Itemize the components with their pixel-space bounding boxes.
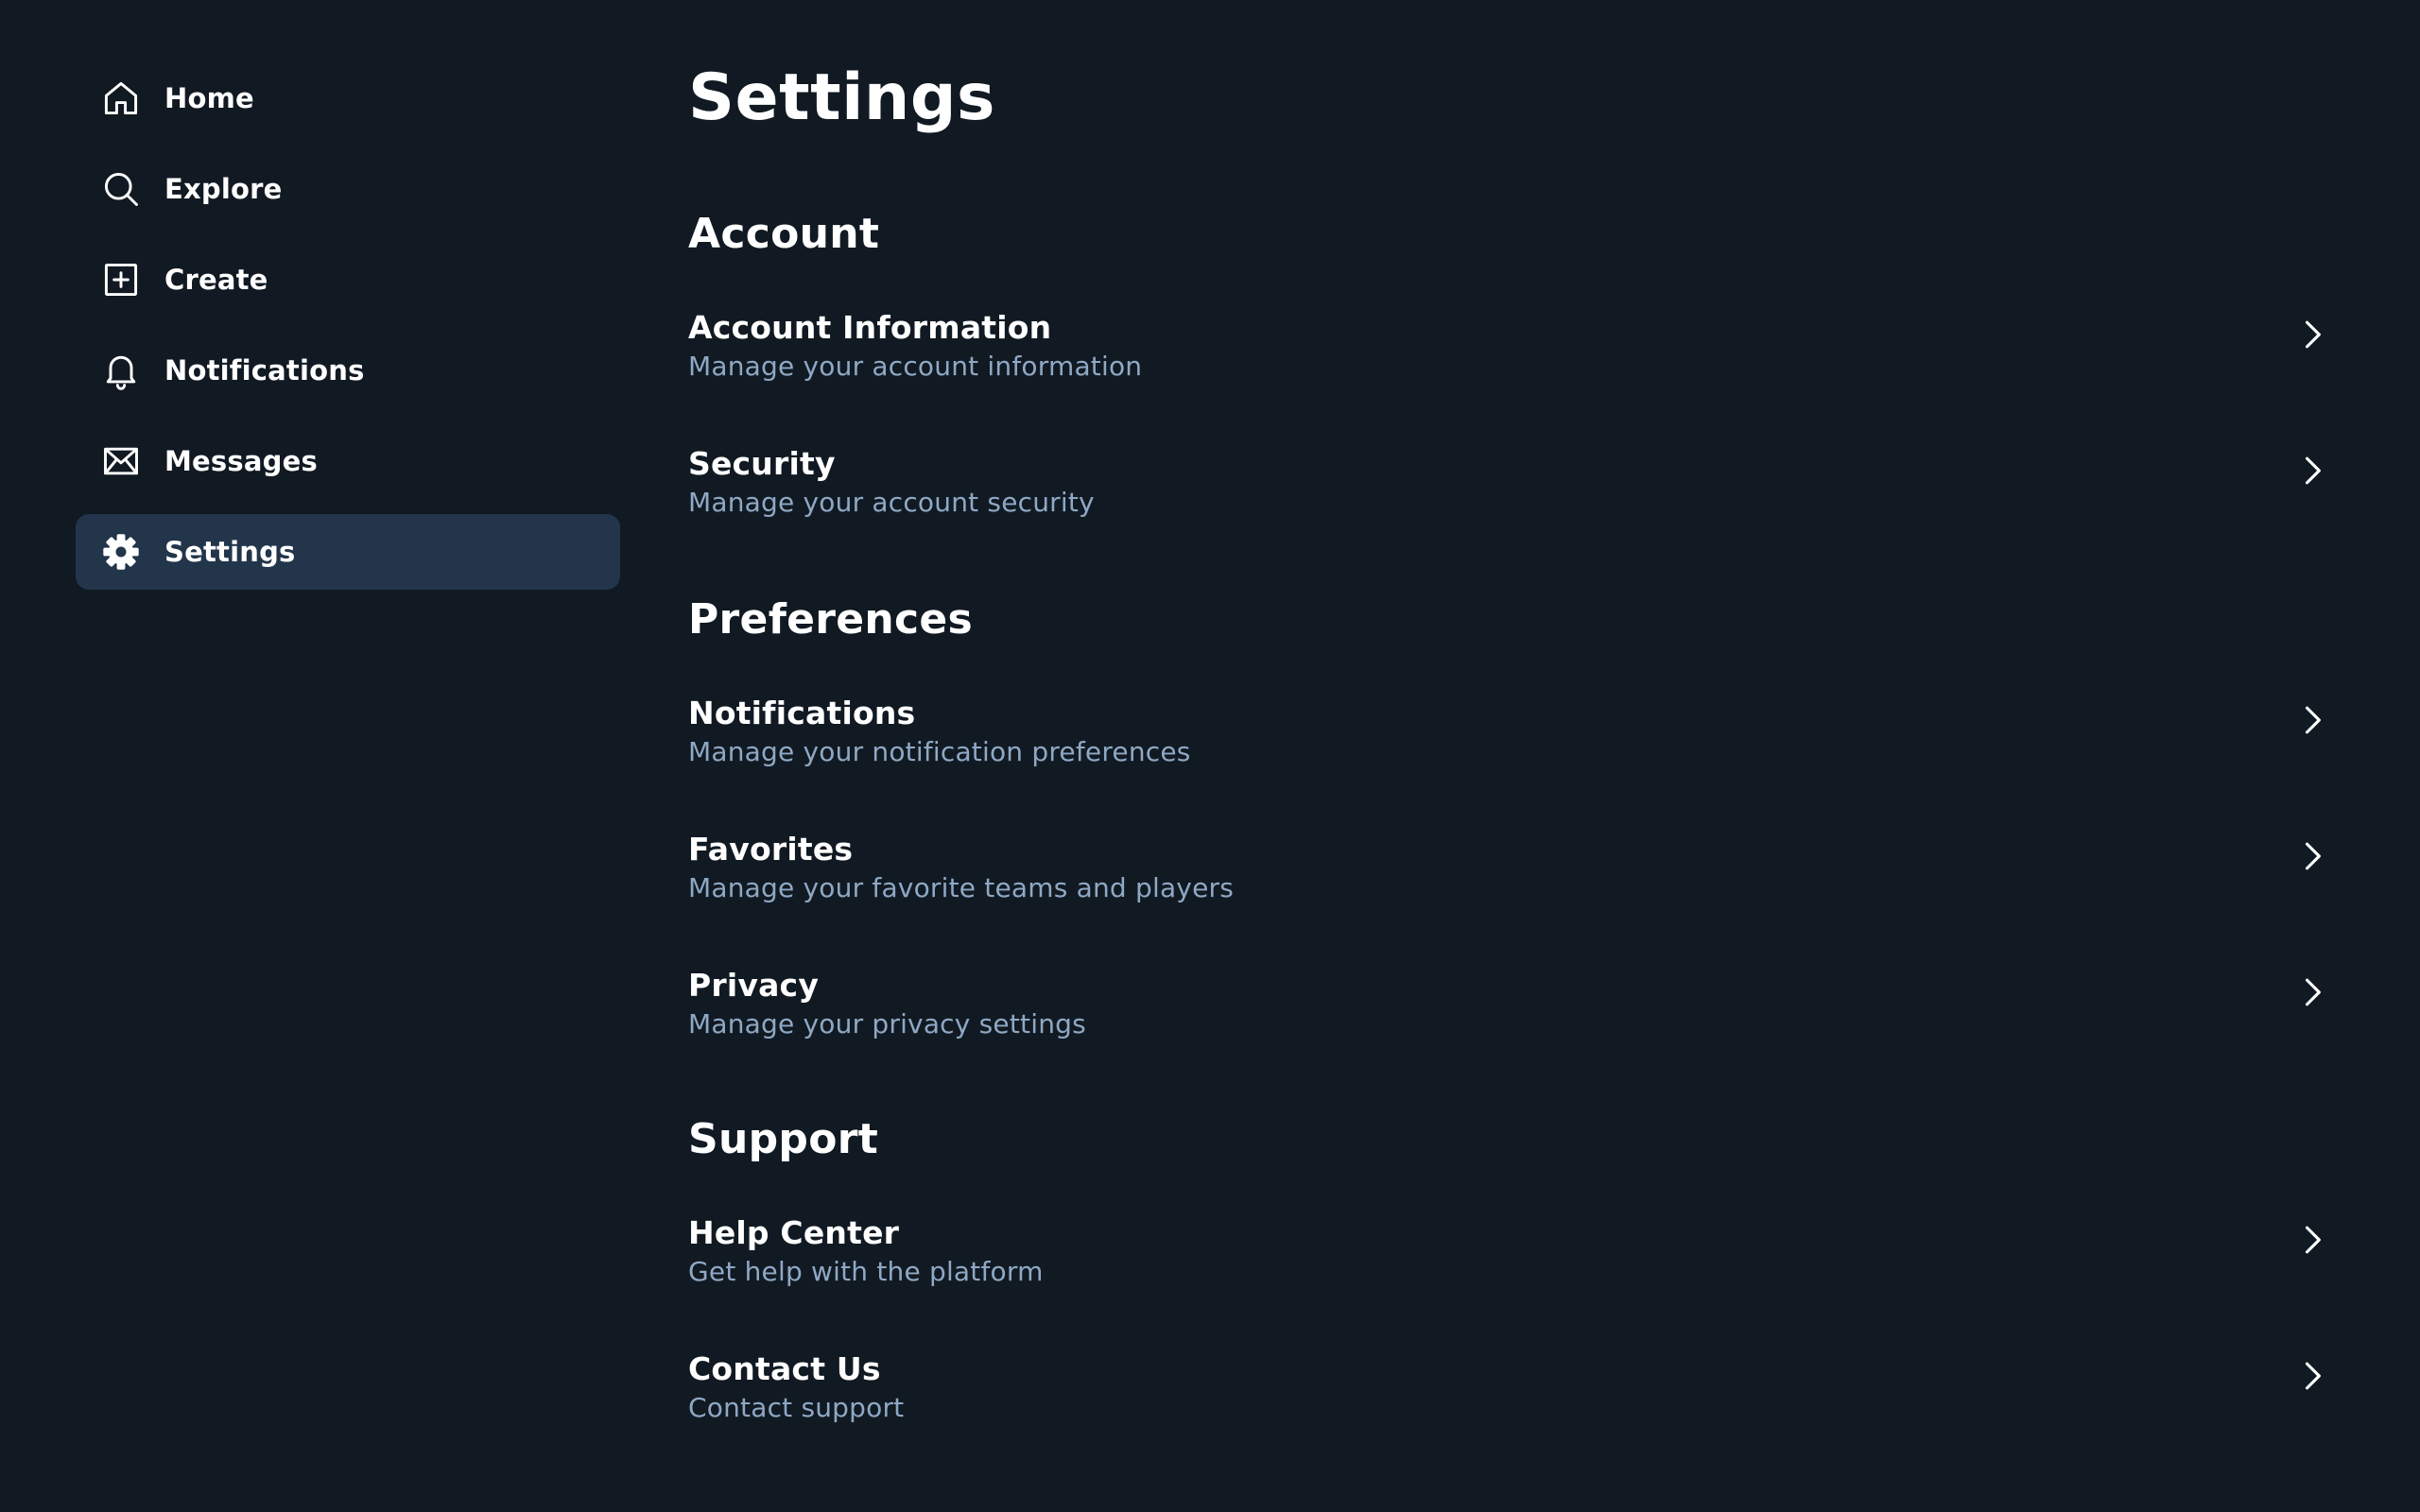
chevron-right-icon <box>2291 971 2333 1013</box>
search-icon <box>100 168 142 210</box>
home-icon <box>100 77 142 119</box>
sidebar-item-notifications[interactable]: Notifications <box>76 333 620 408</box>
settings-row-privacy[interactable]: Privacy Manage your privacy settings <box>688 970 2333 1106</box>
chevron-right-icon <box>2291 699 2333 741</box>
chevron-right-icon <box>2291 1355 2333 1397</box>
chevron-right-icon <box>2291 450 2333 491</box>
row-title: Favorites <box>688 831 854 868</box>
row-title: Security <box>688 445 836 482</box>
bell-icon <box>100 350 142 391</box>
settings-row-help-center[interactable]: Help Center Get help with the platform <box>688 1217 2333 1353</box>
sidebar-item-label: Create <box>164 264 268 296</box>
row-title: Notifications <box>688 695 916 731</box>
settings-row-favorites[interactable]: Favorites Manage your favorite teams and… <box>688 833 2333 970</box>
row-title: Privacy <box>688 967 820 1004</box>
section-preferences: Preferences Notifications Manage your no… <box>688 599 2333 1106</box>
settings-row-security[interactable]: Security Manage your account security <box>688 448 2333 584</box>
mail-icon <box>100 440 142 482</box>
row-subtitle: Contact support <box>688 1392 905 1423</box>
sidebar-item-explore[interactable]: Explore <box>76 151 620 227</box>
gear-icon <box>100 531 142 573</box>
chevron-right-icon <box>2291 314 2333 355</box>
sidebar: Home Explore Create Notifications Messag… <box>76 60 620 605</box>
section-account: Account Account Information Manage your … <box>688 214 2333 584</box>
row-subtitle: Manage your favorite teams and players <box>688 872 1235 903</box>
row-subtitle: Manage your privacy settings <box>688 1008 1086 1040</box>
sidebar-item-label: Home <box>164 82 254 114</box>
row-subtitle: Get help with the platform <box>688 1256 1044 1287</box>
row-subtitle: Manage your notification preferences <box>688 736 1191 767</box>
row-title: Account Information <box>688 309 1052 346</box>
row-title: Help Center <box>688 1214 900 1251</box>
section-title: Preferences <box>688 595 974 644</box>
row-title: Contact Us <box>688 1350 881 1387</box>
settings-row-account-information[interactable]: Account Information Manage your account … <box>688 312 2333 448</box>
sidebar-item-label: Explore <box>164 173 283 205</box>
sidebar-item-messages[interactable]: Messages <box>76 423 620 499</box>
section-support: Support Help Center Get help with the pl… <box>688 1119 2333 1489</box>
sidebar-item-label: Notifications <box>164 354 365 387</box>
plus-square-icon <box>100 259 142 301</box>
sidebar-item-label: Settings <box>164 536 296 568</box>
row-subtitle: Manage your account security <box>688 487 1095 518</box>
section-title: Account <box>688 210 880 258</box>
sidebar-item-settings[interactable]: Settings <box>76 514 620 590</box>
section-title: Support <box>688 1115 879 1163</box>
chevron-right-icon <box>2291 835 2333 877</box>
row-subtitle: Manage your account information <box>688 351 1143 382</box>
chevron-right-icon <box>2291 1219 2333 1261</box>
sidebar-item-label: Messages <box>164 445 318 477</box>
settings-row-notifications[interactable]: Notifications Manage your notification p… <box>688 697 2333 833</box>
sidebar-item-home[interactable]: Home <box>76 60 620 136</box>
page-title: Settings <box>688 60 995 135</box>
settings-row-contact-us[interactable]: Contact Us Contact support <box>688 1353 2333 1489</box>
sidebar-item-create[interactable]: Create <box>76 242 620 318</box>
